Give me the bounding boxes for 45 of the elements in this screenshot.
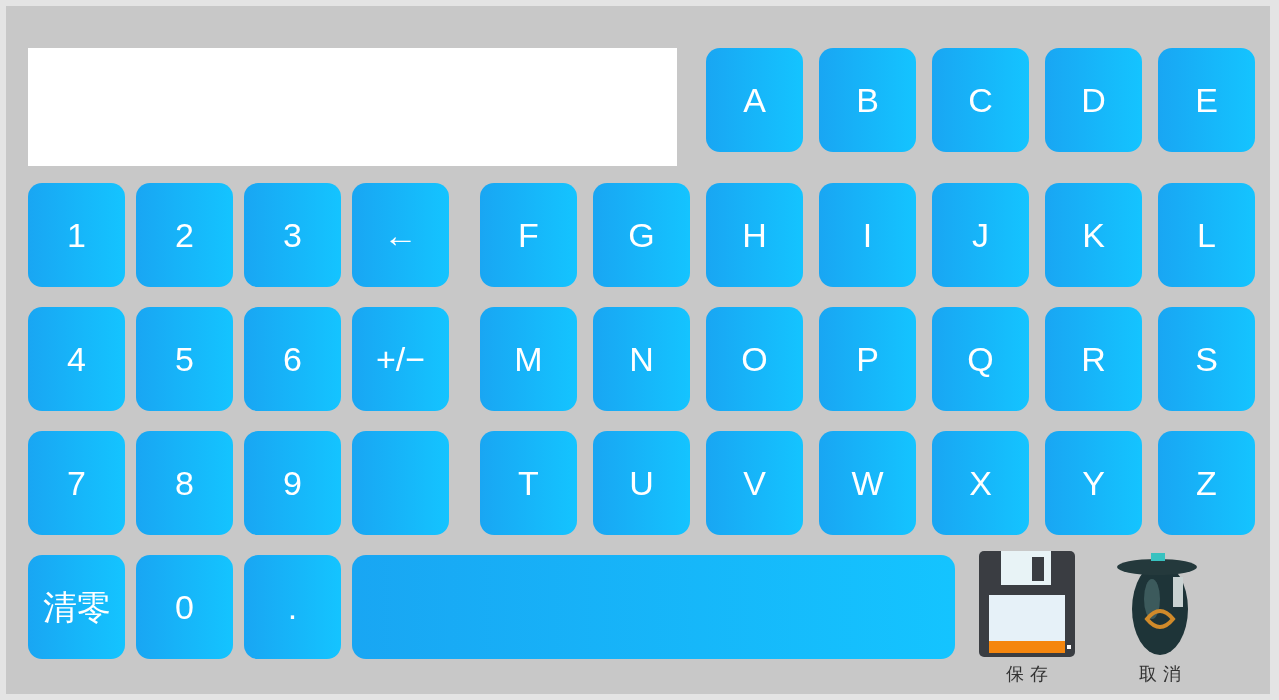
key[interactable]: 9	[244, 431, 341, 535]
cancel-button[interactable]: 取 消	[1117, 549, 1203, 683]
key[interactable]: P	[819, 307, 916, 411]
key[interactable]: E	[1158, 48, 1255, 152]
key[interactable]: Y	[1045, 431, 1142, 535]
key[interactable]: L	[1158, 183, 1255, 287]
key[interactable]: O	[706, 307, 803, 411]
key[interactable]: ←	[352, 183, 449, 287]
key[interactable]: V	[706, 431, 803, 535]
key[interactable]: Q	[932, 307, 1029, 411]
key[interactable]: 8	[136, 431, 233, 535]
display-field[interactable]	[28, 48, 677, 166]
key[interactable]: .	[244, 555, 341, 659]
key[interactable]: H	[706, 183, 803, 287]
key[interactable]: I	[819, 183, 916, 287]
save-button[interactable]: 保 存	[977, 549, 1077, 683]
blank-key[interactable]	[352, 431, 449, 535]
key[interactable]: 0	[136, 555, 233, 659]
key[interactable]: F	[480, 183, 577, 287]
key[interactable]: Z	[1158, 431, 1255, 535]
key[interactable]: W	[819, 431, 916, 535]
key[interactable]: 3	[244, 183, 341, 287]
key[interactable]: 清零	[28, 555, 125, 659]
key[interactable]: 6	[244, 307, 341, 411]
key[interactable]: X	[932, 431, 1029, 535]
key[interactable]: 4	[28, 307, 125, 411]
key[interactable]: U	[593, 431, 690, 535]
key[interactable]: C	[932, 48, 1029, 152]
key[interactable]: D	[1045, 48, 1142, 152]
key[interactable]: M	[480, 307, 577, 411]
key[interactable]: +/−	[352, 307, 449, 411]
key[interactable]: S	[1158, 307, 1255, 411]
space-bar[interactable]	[352, 555, 955, 659]
key[interactable]: B	[819, 48, 916, 152]
key[interactable]: T	[480, 431, 577, 535]
key[interactable]: 5	[136, 307, 233, 411]
key[interactable]: 1	[28, 183, 125, 287]
key[interactable]: N	[593, 307, 690, 411]
key[interactable]: J	[932, 183, 1029, 287]
key[interactable]: 7	[28, 431, 125, 535]
key[interactable]: A	[706, 48, 803, 152]
key[interactable]: K	[1045, 183, 1142, 287]
key[interactable]: G	[593, 183, 690, 287]
key[interactable]: R	[1045, 307, 1142, 411]
key[interactable]: 2	[136, 183, 233, 287]
